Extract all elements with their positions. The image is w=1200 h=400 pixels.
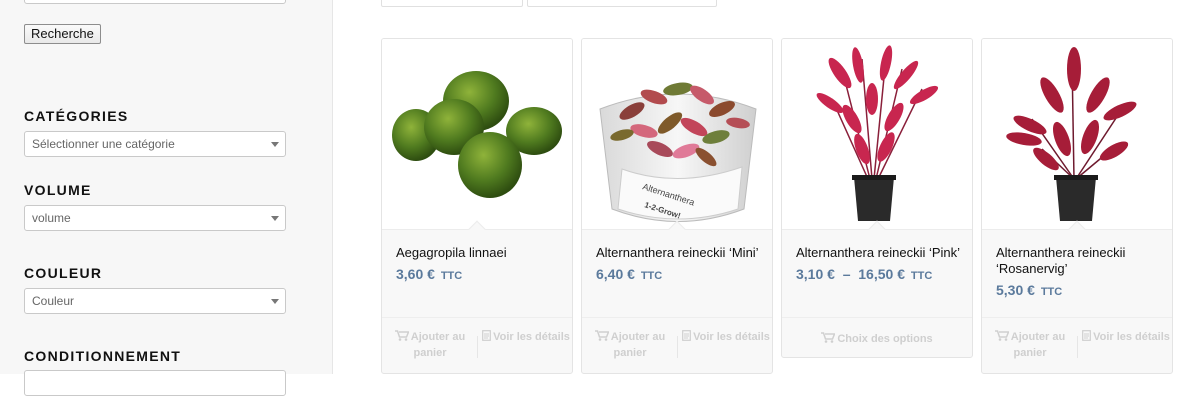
- cart-icon: [821, 332, 836, 348]
- product-card[interactable]: Alternanthera 1-2-Grow! Alternanthera re…: [581, 38, 773, 374]
- product-image-red-plant-rosanervig[interactable]: [982, 39, 1172, 230]
- filter-title-couleur: COULEUR: [24, 265, 103, 281]
- view-details-label: Voir les détails: [693, 331, 770, 343]
- price-value: 3,10 € – 16,50 €: [796, 266, 905, 282]
- product-actions: Ajouter au panier Voir les détails: [982, 317, 1172, 373]
- cart-icon: [994, 330, 1010, 346]
- price-unit: TTC: [640, 270, 663, 282]
- product-name[interactable]: Alternanthera reineckii ‘Pink’: [796, 245, 964, 261]
- view-details-button[interactable]: Voir les détails: [478, 330, 572, 346]
- color-select-value: Couleur: [32, 294, 75, 308]
- add-to-cart-button[interactable]: Ajouter au panier: [982, 330, 1078, 361]
- price-value: 5,30 €: [996, 282, 1035, 298]
- view-details-button[interactable]: Voir les détails: [1078, 330, 1172, 346]
- product-price: 5,30 € TTC: [996, 282, 1062, 298]
- product-name[interactable]: Alternanthera reineckii ‘Mini’: [596, 245, 764, 261]
- per-page-select[interactable]: [527, 0, 717, 7]
- chevron-down-icon: [271, 299, 279, 304]
- view-details-label: Voir les détails: [1093, 331, 1170, 343]
- price-unit: TTC: [1040, 286, 1063, 298]
- product-card[interactable]: Aegagropila linnaei 3,60 € TTC Ajouter a…: [381, 38, 573, 374]
- view-details-label: Voir les détails: [493, 331, 570, 343]
- price-value: 6,40 €: [596, 266, 635, 282]
- volume-select-value: volume: [32, 211, 71, 225]
- filter-title-volume: VOLUME: [24, 182, 92, 198]
- add-to-cart-label: Ajouter au panier: [1010, 331, 1066, 359]
- search-input[interactable]: [24, 0, 286, 4]
- product-name[interactable]: Alternanthera reineckii ‘Rosanervig’: [996, 245, 1164, 277]
- category-select-value: Sélectionner une catégorie: [32, 137, 175, 151]
- price-unit: TTC: [910, 270, 933, 282]
- chevron-down-icon: [271, 142, 279, 147]
- add-to-cart-label: Ajouter au panier: [610, 331, 666, 359]
- product-actions: Ajouter au panier Voir les détails: [582, 317, 772, 373]
- cart-icon: [394, 330, 410, 346]
- add-to-cart-button[interactable]: Ajouter au panier: [382, 330, 478, 361]
- volume-select[interactable]: volume: [24, 205, 286, 231]
- sort-select[interactable]: [381, 0, 523, 7]
- price-value: 3,60 €: [396, 266, 435, 282]
- document-icon: [482, 330, 491, 346]
- select-options-label: Choix des options: [837, 333, 933, 345]
- filter-sidebar: Recherche CATÉGORIES Sélectionner une ca…: [0, 0, 333, 396]
- product-card[interactable]: Alternanthera reineckii ‘Pink’ 3,10 € – …: [781, 38, 973, 358]
- product-name[interactable]: Aegagropila linnaei: [396, 245, 564, 261]
- select-options-button[interactable]: Choix des options: [782, 332, 972, 348]
- add-to-cart-label: Ajouter au panier: [410, 331, 466, 359]
- color-select[interactable]: Couleur: [24, 288, 286, 314]
- product-image-potted-alternanthera[interactable]: Alternanthera 1-2-Grow!: [582, 39, 772, 230]
- view-details-button[interactable]: Voir les détails: [678, 330, 772, 346]
- product-image-red-plant-pink[interactable]: [782, 39, 972, 230]
- cart-icon: [594, 330, 610, 346]
- document-icon: [682, 330, 691, 346]
- price-unit: TTC: [440, 270, 463, 282]
- packaging-select[interactable]: [24, 370, 286, 396]
- category-select[interactable]: Sélectionner une catégorie: [24, 131, 286, 157]
- product-actions: Choix des options: [782, 317, 972, 357]
- add-to-cart-button[interactable]: Ajouter au panier: [582, 330, 678, 361]
- search-button[interactable]: Recherche: [24, 24, 101, 44]
- filter-title-conditionnement: CONDITIONNEMENT: [24, 348, 182, 364]
- document-icon: [1082, 330, 1091, 346]
- product-price: 3,60 € TTC: [396, 266, 462, 282]
- product-price-range: 3,10 € – 16,50 € TTC: [796, 266, 932, 282]
- product-price: 6,40 € TTC: [596, 266, 662, 282]
- chevron-down-icon: [271, 216, 279, 221]
- product-actions: Ajouter au panier Voir les détails: [382, 317, 572, 373]
- product-card[interactable]: Alternanthera reineckii ‘Rosanervig’ 5,3…: [981, 38, 1173, 374]
- filter-title-categories: CATÉGORIES: [24, 108, 129, 124]
- product-image-moss-balls[interactable]: [382, 39, 572, 230]
